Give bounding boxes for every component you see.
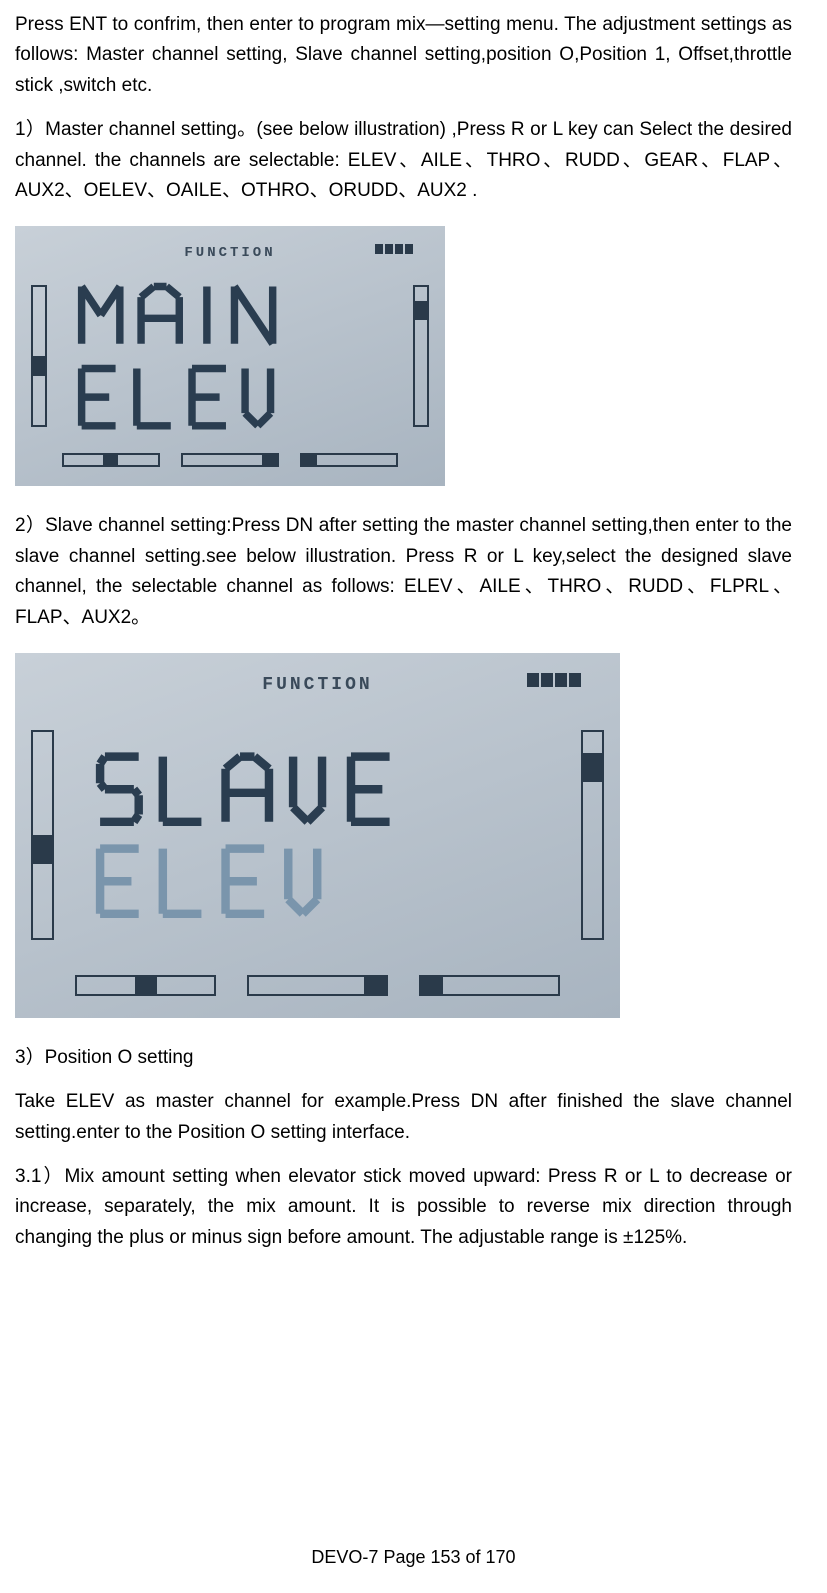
battery-icon xyxy=(527,673,581,687)
intro-paragraph: Press ENT to confrim, then enter to prog… xyxy=(15,10,792,101)
lcd-screen-slave-elev: FUNCTION xyxy=(15,653,620,1018)
lcd2-header: FUNCTION xyxy=(262,675,372,695)
bottom-bar-3 xyxy=(300,453,398,467)
bottom-bar-3 xyxy=(419,975,560,995)
lcd1-header: FUNCTION xyxy=(184,245,275,261)
bottom-bar-2 xyxy=(181,453,279,467)
mix-amount-paragraph: 3.1）Mix amount setting when elevator sti… xyxy=(15,1162,792,1253)
lcd1-text xyxy=(47,278,413,435)
position-o-body: Take ELEV as master channel for example.… xyxy=(15,1087,792,1148)
bottom-bar-2 xyxy=(247,975,388,995)
page-footer: DEVO-7 Page 153 of 170 xyxy=(0,1547,827,1568)
battery-icon xyxy=(375,244,413,254)
lcd-screen-main-elev: FUNCTION xyxy=(15,226,445,486)
right-trim-bar xyxy=(413,285,429,427)
left-trim-bar xyxy=(31,730,54,940)
left-trim-bar xyxy=(31,285,47,427)
position-o-title: 3）Position O setting xyxy=(15,1043,792,1073)
right-trim-bar xyxy=(581,730,604,940)
bottom-bar-1 xyxy=(75,975,216,995)
bottom-bar-1 xyxy=(62,453,160,467)
lcd2-text xyxy=(54,747,581,924)
lcd-figure-1: FUNCTION xyxy=(15,226,792,486)
slave-paragraph: 2）Slave channel setting:Press DN after s… xyxy=(15,511,792,633)
lcd-figure-2: FUNCTION xyxy=(15,653,792,1018)
master-paragraph: 1）Master channel setting。(see below illu… xyxy=(15,115,792,206)
